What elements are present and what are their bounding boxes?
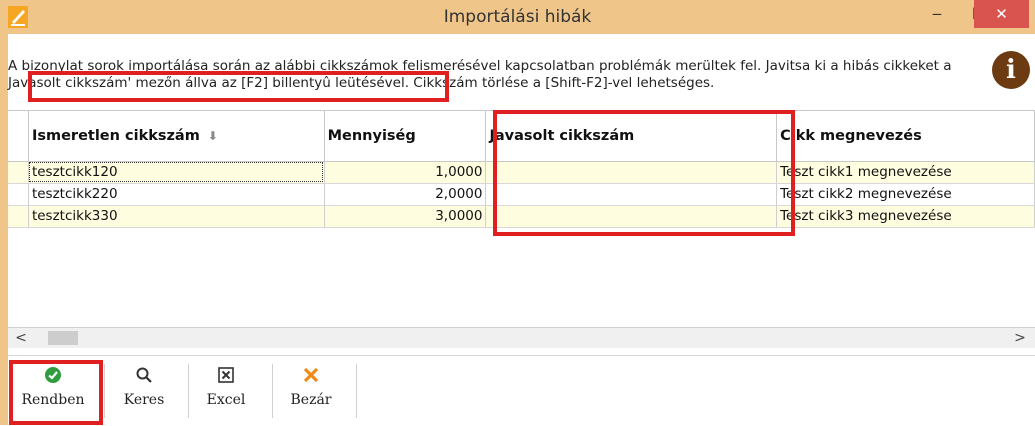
minimize-button[interactable]: ‒ [916, 0, 958, 28]
excel-icon [196, 366, 256, 392]
row-indicator[interactable] [8, 183, 29, 206]
item-name-cell[interactable]: Teszt cikk2 megnevezése [776, 183, 1035, 206]
suggested-code-cell[interactable] [485, 205, 778, 228]
quantity-cell[interactable]: 1,0000 [324, 161, 487, 184]
table-row[interactable]: tesztcikk220 2,0000 Teszt cikk2 megnevez… [8, 183, 1035, 206]
toolbar-separator [188, 364, 189, 418]
instruction-line-1: A bizonylat sorok importálása során az a… [8, 58, 952, 74]
window-title: Importálási hibák [443, 7, 592, 27]
title-bar[interactable]: Importálási hibák ‒ ☐ ✕ [0, 0, 1035, 34]
info-icon: i [992, 51, 1030, 89]
toolbar-separator [104, 364, 105, 418]
scroll-right-arrow[interactable]: > [1011, 328, 1029, 348]
instruction-message: A bizonylat sorok importálása során az a… [8, 58, 968, 92]
scrollbar-thumb[interactable] [48, 331, 78, 345]
item-name-cell[interactable]: Teszt cikk1 megnevezése [776, 161, 1035, 184]
unknown-code-cell[interactable]: tesztcikk120 [28, 161, 325, 184]
column-header-quantity[interactable]: Mennyiség [324, 111, 487, 162]
quantity-cell[interactable]: 2,0000 [324, 183, 487, 206]
search-button[interactable]: Keres [112, 356, 176, 424]
excel-button-label: Excel [206, 392, 246, 408]
error-grid[interactable]: Ismeretlen cikkszám ⬇ Mennyiség Javasolt … [8, 110, 1035, 356]
checkmark-icon [12, 366, 94, 392]
unknown-code-cell[interactable]: tesztcikk220 [28, 183, 325, 206]
close-button-label: Bezár [290, 392, 332, 408]
quantity-cell[interactable]: 3,0000 [324, 205, 487, 228]
suggested-code-cell[interactable] [485, 183, 778, 206]
toolbar-separator [356, 364, 357, 418]
sort-arrow-icon[interactable]: ⬇ [208, 129, 218, 143]
suggested-code-cell[interactable] [485, 161, 778, 184]
row-indicator[interactable] [8, 161, 29, 184]
table-row[interactable]: tesztcikk120 1,0000 Teszt cikk1 megnevez… [8, 161, 1035, 184]
close-button[interactable]: Bezár [280, 356, 342, 424]
row-indicator[interactable] [8, 205, 29, 228]
column-header-suggested-code[interactable]: Javasolt cikkszám [485, 111, 778, 162]
table-row[interactable]: tesztcikk330 3,0000 Teszt cikk3 megnevez… [8, 205, 1035, 228]
horizontal-scrollbar[interactable]: < > [8, 327, 1035, 348]
column-header-label: Ismeretlen cikkszám [31, 127, 200, 144]
error-table: Ismeretlen cikkszám ⬇ Mennyiség Javasolt … [8, 111, 1035, 228]
column-header-unknown-code[interactable]: Ismeretlen cikkszám ⬇ [28, 111, 325, 162]
unknown-code-cell[interactable]: tesztcikk330 [28, 205, 325, 228]
bottom-toolbar: Rendben Keres Excel Bezár [8, 355, 1035, 426]
instruction-line-2: Javasolt cikkszám' mezőn állva az [F2] b… [8, 75, 715, 91]
excel-export-button[interactable]: Excel [196, 356, 256, 424]
close-window-button[interactable]: ✕ [974, 0, 1029, 28]
import-errors-window: Importálási hibák ‒ ☐ ✕ A bizonylat soro… [0, 0, 1035, 426]
scroll-left-arrow[interactable]: < [12, 328, 30, 348]
search-button-label: Keres [123, 392, 165, 408]
magnifier-icon [112, 366, 176, 392]
column-header-item-name[interactable]: Cikk megnevezés [776, 111, 1035, 162]
ok-button[interactable]: Rendben [12, 356, 94, 424]
toolbar-separator [272, 364, 273, 418]
header-row: Ismeretlen cikkszám ⬇ Mennyiség Javasolt … [8, 111, 1035, 162]
item-name-cell[interactable]: Teszt cikk3 megnevezése [776, 205, 1035, 228]
close-icon [280, 366, 342, 392]
ok-button-label: Rendben [21, 392, 85, 408]
row-indicator-header [8, 111, 29, 162]
